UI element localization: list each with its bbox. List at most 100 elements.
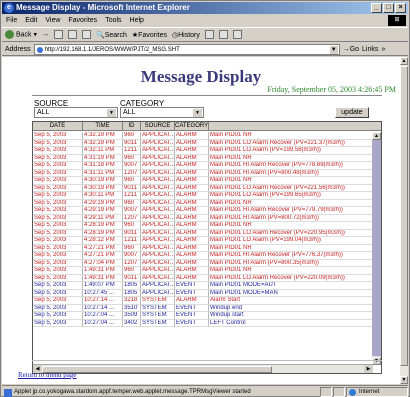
minimize-button[interactable]: _ <box>371 3 382 13</box>
browser-window: e Message Display - Microsoft Internet E… <box>0 0 410 397</box>
print-icon[interactable] <box>218 30 228 39</box>
scroll-right-icon[interactable]: ▶ <box>364 365 373 373</box>
table-row[interactable]: Sep 5, 2003 4:29:19 PM 9007 APPLICAT... ALAR… <box>33 207 373 215</box>
table-row[interactable]: Sep 5, 2003 4:30:19 PM 960 APPLICAT... ALARM… <box>33 177 373 185</box>
col-category[interactable]: CATEGORY <box>175 122 209 130</box>
table-row[interactable]: Sep 5, 2003 4:27:21 PM 960 APPLICAT... ALARM… <box>33 244 373 252</box>
table-cell: Sep 5, 2003 <box>33 192 83 200</box>
table-row[interactable]: Sep 5, 2003 4:30:11 PM 1211 APPLICAT... ALAR… <box>33 192 373 200</box>
table-row[interactable]: Sep 5, 2003 4:27:21 PM 9007 APPLICAT... ALAR… <box>33 252 373 260</box>
col-message[interactable] <box>209 122 373 130</box>
table-row[interactable]: Sep 5, 2003 4:30:19 PM 9011 APPLICAT... ALAR… <box>33 184 373 192</box>
table-cell: ALARM <box>175 222 209 230</box>
table-cell: Main PID01 LO Alarm Recover (PV=220.09(m… <box>209 275 373 282</box>
table-row[interactable]: Sep 5, 2003 4:28:19 PM 960 APPLICAT... ALARM… <box>33 222 373 230</box>
table-row[interactable]: Sep 5, 2003 4:31:19 PM 9007 APPLICAT... ALAR… <box>33 162 373 170</box>
menu-file[interactable]: File <box>6 15 17 26</box>
col-source[interactable]: SOURCE <box>141 122 175 130</box>
table-row[interactable]: Sep 5, 2003 10:27:14 ... 3218 SYSTEM ALARM Al… <box>33 297 373 305</box>
refresh-icon[interactable] <box>67 30 77 39</box>
category-select[interactable]: ALL ▼ <box>120 107 204 118</box>
home-icon[interactable] <box>81 30 91 39</box>
chevron-down-icon[interactable]: ▼ <box>193 109 202 117</box>
page-scroll-up-icon[interactable]: ▲ <box>400 57 408 65</box>
page-scroll-down-icon[interactable]: ▼ <box>400 376 408 384</box>
table-cell: 9007 <box>123 252 141 260</box>
table-cell: EVENT <box>175 304 209 312</box>
menu-favorites[interactable]: Favorites <box>68 15 97 26</box>
table-row[interactable]: Sep 5, 2003 4:27:04 PM 1207 APPLICAT... ALAR… <box>33 259 373 267</box>
table-cell: 960 <box>123 244 141 252</box>
table-cell: ALARM <box>175 259 209 267</box>
menu-bar: File Edit View Favorites Tools Help ⊞ <box>2 15 408 26</box>
close-button[interactable]: × <box>395 3 406 13</box>
table-row[interactable]: Sep 5, 2003 10:27:04 ... 3402 SYSTEM EVENT LE… <box>33 319 373 327</box>
table-row[interactable]: Sep 5, 2003 4:29:19 PM 960 APPLICAT... ALARM… <box>33 199 373 207</box>
menu-view[interactable]: View <box>45 15 60 26</box>
table-row[interactable]: Sep 5, 2003 4:31:19 PM 960 APPLICAT... ALARM… <box>33 154 373 162</box>
links-button[interactable]: Links <box>362 46 378 53</box>
chevron-down-icon[interactable]: ▼ <box>107 109 116 117</box>
address-dropdown-icon[interactable]: ▼ <box>329 45 338 54</box>
favorites-button[interactable]: ★Favorites <box>132 31 167 39</box>
title-bar[interactable]: e Message Display - Microsoft Internet E… <box>2 2 408 14</box>
return-to-menu-link[interactable]: Return to menu page <box>18 371 77 379</box>
table-cell: ALARM <box>175 132 209 140</box>
table-cell: Main PID01 HI Alarm Recover (PV=776.37(m… <box>209 252 373 260</box>
table-cell: 10:27:45 ... <box>83 289 123 297</box>
table-row[interactable]: Sep 5, 2003 4:28:19 PM 9011 APPLICAT... ALAR… <box>33 229 373 237</box>
go-button[interactable]: →Go <box>343 46 359 53</box>
edit-icon[interactable] <box>232 30 242 39</box>
forward-button[interactable]: → <box>42 31 49 38</box>
table-cell: Sep 5, 2003 <box>33 147 83 155</box>
table-cell: SYSTEM <box>141 297 175 305</box>
table-cell: ALARM <box>175 199 209 207</box>
table-vertical-scrollbar[interactable]: ▲ ▼ <box>372 132 381 365</box>
table-row[interactable]: Sep 5, 2003 1:49:31 PM 960 APPLICAT... ALARM… <box>33 267 373 275</box>
table-cell: Main PID01 LO Alarm Recover (PV=221.56(m… <box>209 185 373 192</box>
source-select[interactable]: ALL ▼ <box>34 107 118 118</box>
history-button[interactable]: ◷History <box>172 31 200 39</box>
search-button[interactable]: 🔍Search <box>96 31 127 39</box>
table-cell: 4:31:11 PM <box>83 169 123 177</box>
table-row[interactable]: Sep 5, 2003 4:32:19 PM 960 APPLICAT... ALARM… <box>33 132 373 140</box>
address-input[interactable]: http://192.168.1.1/JEROS/WWW/PJT/2_MSG.S… <box>33 43 340 55</box>
table-row[interactable]: Sep 5, 2003 1:49:31 PM 9011 APPLICAT... ALAR… <box>33 274 373 282</box>
menu-tools[interactable]: Tools <box>105 15 121 26</box>
table-row[interactable]: Sep 5, 2003 10:27:14 ... 3510 SYSTEM EVENT Wi… <box>33 304 373 312</box>
col-time[interactable]: TIME <box>83 122 123 130</box>
col-id[interactable]: ID <box>123 122 141 130</box>
table-row[interactable]: Sep 5, 2003 4:28:12 PM 1211 APPLICAT... ALAR… <box>33 237 373 245</box>
table-row[interactable]: Sep 5, 2003 10:27:04 ... 3509 SYSTEM EVENT Wi… <box>33 312 373 320</box>
update-button[interactable]: update <box>335 107 369 118</box>
status-segment <box>320 386 332 397</box>
table-cell: SYSTEM <box>141 304 175 312</box>
table-row[interactable]: Sep 5, 2003 4:32:19 PM 9011 APPLICAT... ALAR… <box>33 139 373 147</box>
col-date[interactable]: DATE <box>33 122 83 130</box>
scroll-thumb[interactable] <box>372 140 381 356</box>
table-row[interactable]: Sep 5, 2003 4:31:11 PM 1207 APPLICAT... ALAR… <box>33 169 373 177</box>
table-row[interactable]: Sep 5, 2003 4:29:11 PM 1207 APPLICAT... ALAR… <box>33 214 373 222</box>
table-cell: 3402 <box>123 319 141 327</box>
page-scroll-thumb[interactable] <box>400 66 408 366</box>
menu-help[interactable]: Help <box>130 15 144 26</box>
scroll-up-icon[interactable]: ▲ <box>372 132 381 140</box>
table-cell: Sep 5, 2003 <box>33 222 83 230</box>
stop-icon[interactable] <box>53 30 63 39</box>
table-cell: 1207 <box>123 169 141 177</box>
maximize-button[interactable]: □ <box>383 3 394 13</box>
table-cell: 4:31:19 PM <box>83 162 123 170</box>
table-row[interactable]: Sep 5, 2003 1:49:07 PM 1805 APPLICAT... EVEN… <box>33 282 373 290</box>
mail-icon[interactable] <box>204 30 214 39</box>
scroll-down-icon[interactable]: ▼ <box>372 357 381 365</box>
table-row[interactable]: Sep 5, 2003 4:32:11 PM 1211 APPLICAT... ALAR… <box>33 147 373 155</box>
table-horizontal-scrollbar[interactable]: ◀ ▶ <box>33 364 373 373</box>
table-row[interactable]: Sep 5, 2003 10:27:45 ... 1805 APPLICAT... EV… <box>33 289 373 297</box>
table-cell: Main PID01 HI Alarm (PV=800.48(m3/h)) <box>209 170 373 177</box>
menu-edit[interactable]: Edit <box>25 15 37 26</box>
back-button[interactable]: Back ▾ <box>5 30 37 39</box>
go-label: Go <box>349 45 360 53</box>
links-chevron-icon[interactable]: » <box>381 46 385 53</box>
page-vertical-scrollbar[interactable]: ▲ ▼ <box>400 57 408 384</box>
table-cell: Main PID01 LO Alarm Recover (PV=220.95(m… <box>209 230 373 237</box>
